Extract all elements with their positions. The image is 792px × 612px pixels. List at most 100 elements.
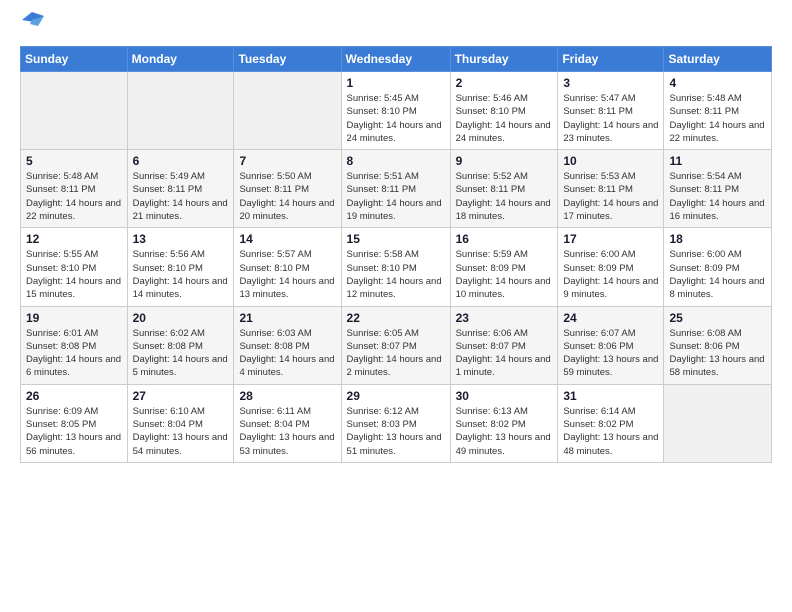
day-info: Sunrise: 5:51 AM Sunset: 8:11 PM Dayligh… <box>347 170 445 223</box>
day-info: Sunrise: 5:49 AM Sunset: 8:11 PM Dayligh… <box>133 170 229 223</box>
calendar-cell: 14 Sunrise: 5:57 AM Sunset: 8:10 PM Dayli… <box>234 228 341 306</box>
calendar-week-row: 12Sunrise: 5:55 AM Sunset: 8:10 PM Dayli… <box>21 228 772 306</box>
day-info: Sunrise: 6:09 AM Sunset: 8:05 PM Dayligh… <box>26 405 122 458</box>
calendar-week-row: 1 Sunrise: 5:45 AM Sunset: 8:10 PM Daylig… <box>21 72 772 150</box>
weekday-header-friday: Friday <box>558 47 664 72</box>
calendar-week-row: 19 Sunrise: 6:01 AM Sunset: 8:08 PM Dayli… <box>21 306 772 384</box>
calendar-cell: 2 Sunrise: 5:46 AM Sunset: 8:10 PM Daylig… <box>450 72 558 150</box>
day-number: 19 <box>26 311 122 325</box>
day-info: Sunrise: 6:12 AM Sunset: 8:03 PM Dayligh… <box>347 405 445 458</box>
calendar-cell: 12Sunrise: 5:55 AM Sunset: 8:10 PM Dayli… <box>21 228 128 306</box>
day-number: 1 <box>347 76 445 90</box>
day-number: 23 <box>456 311 553 325</box>
calendar-cell: 25 Sunrise: 6:08 AM Sunset: 8:06 PM Dayli… <box>664 306 772 384</box>
day-info: Sunrise: 6:00 AM Sunset: 8:09 PM Dayligh… <box>563 248 658 301</box>
day-number: 13 <box>133 232 229 246</box>
weekday-row: SundayMondayTuesdayWednesdayThursdayFrid… <box>21 47 772 72</box>
day-number: 31 <box>563 389 658 403</box>
weekday-header-saturday: Saturday <box>664 47 772 72</box>
day-info: Sunrise: 5:56 AM Sunset: 8:10 PM Dayligh… <box>133 248 229 301</box>
day-number: 2 <box>456 76 553 90</box>
day-number: 15 <box>347 232 445 246</box>
day-number: 10 <box>563 154 658 168</box>
day-info: Sunrise: 6:14 AM Sunset: 8:02 PM Dayligh… <box>563 405 658 458</box>
calendar-cell: 20Sunrise: 6:02 AM Sunset: 8:08 PM Dayli… <box>127 306 234 384</box>
day-info: Sunrise: 6:02 AM Sunset: 8:08 PM Dayligh… <box>133 327 229 380</box>
day-info: Sunrise: 6:01 AM Sunset: 8:08 PM Dayligh… <box>26 327 122 380</box>
weekday-header-tuesday: Tuesday <box>234 47 341 72</box>
calendar: SundayMondayTuesdayWednesdayThursdayFrid… <box>20 46 772 463</box>
calendar-cell: 7 Sunrise: 5:50 AM Sunset: 8:11 PM Daylig… <box>234 150 341 228</box>
calendar-cell: 8 Sunrise: 5:51 AM Sunset: 8:11 PM Daylig… <box>341 150 450 228</box>
day-info: Sunrise: 6:11 AM Sunset: 8:04 PM Dayligh… <box>239 405 335 458</box>
day-info: Sunrise: 6:03 AM Sunset: 8:08 PM Dayligh… <box>239 327 335 380</box>
day-number: 27 <box>133 389 229 403</box>
day-number: 8 <box>347 154 445 168</box>
page: SundayMondayTuesdayWednesdayThursdayFrid… <box>0 0 792 612</box>
day-number: 7 <box>239 154 335 168</box>
day-info: Sunrise: 5:54 AM Sunset: 8:11 PM Dayligh… <box>669 170 766 223</box>
day-info: Sunrise: 5:59 AM Sunset: 8:09 PM Dayligh… <box>456 248 553 301</box>
day-info: Sunrise: 5:45 AM Sunset: 8:10 PM Dayligh… <box>347 92 445 145</box>
calendar-cell <box>234 72 341 150</box>
day-info: Sunrise: 6:05 AM Sunset: 8:07 PM Dayligh… <box>347 327 445 380</box>
day-info: Sunrise: 6:08 AM Sunset: 8:06 PM Dayligh… <box>669 327 766 380</box>
day-info: Sunrise: 6:07 AM Sunset: 8:06 PM Dayligh… <box>563 327 658 380</box>
day-number: 14 <box>239 232 335 246</box>
day-number: 5 <box>26 154 122 168</box>
weekday-header-wednesday: Wednesday <box>341 47 450 72</box>
calendar-body: 1 Sunrise: 5:45 AM Sunset: 8:10 PM Daylig… <box>21 72 772 463</box>
day-info: Sunrise: 5:50 AM Sunset: 8:11 PM Dayligh… <box>239 170 335 223</box>
calendar-week-row: 26 Sunrise: 6:09 AM Sunset: 8:05 PM Dayli… <box>21 384 772 462</box>
day-info: Sunrise: 5:48 AM Sunset: 8:11 PM Dayligh… <box>26 170 122 223</box>
day-info: Sunrise: 6:00 AM Sunset: 8:09 PM Dayligh… <box>669 248 766 301</box>
calendar-cell: 10Sunrise: 5:53 AM Sunset: 8:11 PM Dayli… <box>558 150 664 228</box>
calendar-cell <box>21 72 128 150</box>
calendar-cell: 24 Sunrise: 6:07 AM Sunset: 8:06 PM Dayli… <box>558 306 664 384</box>
calendar-cell: 3Sunrise: 5:47 AM Sunset: 8:11 PM Daylig… <box>558 72 664 150</box>
day-number: 18 <box>669 232 766 246</box>
calendar-cell: 18 Sunrise: 6:00 AM Sunset: 8:09 PM Dayli… <box>664 228 772 306</box>
day-number: 25 <box>669 311 766 325</box>
day-number: 11 <box>669 154 766 168</box>
day-number: 29 <box>347 389 445 403</box>
calendar-cell: 5 Sunrise: 5:48 AM Sunset: 8:11 PM Daylig… <box>21 150 128 228</box>
logo-bird-icon <box>22 12 44 28</box>
day-number: 28 <box>239 389 335 403</box>
day-number: 17 <box>563 232 658 246</box>
day-number: 26 <box>26 389 122 403</box>
day-number: 30 <box>456 389 553 403</box>
calendar-cell: 19 Sunrise: 6:01 AM Sunset: 8:08 PM Dayli… <box>21 306 128 384</box>
day-info: Sunrise: 5:58 AM Sunset: 8:10 PM Dayligh… <box>347 248 445 301</box>
day-number: 24 <box>563 311 658 325</box>
calendar-cell: 31 Sunrise: 6:14 AM Sunset: 8:02 PM Dayli… <box>558 384 664 462</box>
day-number: 22 <box>347 311 445 325</box>
day-info: Sunrise: 5:55 AM Sunset: 8:10 PM Dayligh… <box>26 248 122 301</box>
calendar-cell: 9 Sunrise: 5:52 AM Sunset: 8:11 PM Daylig… <box>450 150 558 228</box>
day-number: 16 <box>456 232 553 246</box>
day-info: Sunrise: 6:10 AM Sunset: 8:04 PM Dayligh… <box>133 405 229 458</box>
weekday-header-monday: Monday <box>127 47 234 72</box>
weekday-header-sunday: Sunday <box>21 47 128 72</box>
calendar-cell <box>664 384 772 462</box>
calendar-week-row: 5 Sunrise: 5:48 AM Sunset: 8:11 PM Daylig… <box>21 150 772 228</box>
calendar-cell <box>127 72 234 150</box>
day-info: Sunrise: 6:06 AM Sunset: 8:07 PM Dayligh… <box>456 327 553 380</box>
day-number: 21 <box>239 311 335 325</box>
calendar-cell: 23 Sunrise: 6:06 AM Sunset: 8:07 PM Dayli… <box>450 306 558 384</box>
calendar-cell: 29 Sunrise: 6:12 AM Sunset: 8:03 PM Dayli… <box>341 384 450 462</box>
calendar-cell: 13 Sunrise: 5:56 AM Sunset: 8:10 PM Dayli… <box>127 228 234 306</box>
day-info: Sunrise: 5:52 AM Sunset: 8:11 PM Dayligh… <box>456 170 553 223</box>
calendar-cell: 26 Sunrise: 6:09 AM Sunset: 8:05 PM Dayli… <box>21 384 128 462</box>
calendar-cell: 16 Sunrise: 5:59 AM Sunset: 8:09 PM Dayli… <box>450 228 558 306</box>
calendar-cell: 21 Sunrise: 6:03 AM Sunset: 8:08 PM Dayli… <box>234 306 341 384</box>
logo <box>20 16 44 36</box>
day-info: Sunrise: 5:47 AM Sunset: 8:11 PM Dayligh… <box>563 92 658 145</box>
day-info: Sunrise: 6:13 AM Sunset: 8:02 PM Dayligh… <box>456 405 553 458</box>
day-info: Sunrise: 5:48 AM Sunset: 8:11 PM Dayligh… <box>669 92 766 145</box>
day-number: 9 <box>456 154 553 168</box>
calendar-cell: 1 Sunrise: 5:45 AM Sunset: 8:10 PM Daylig… <box>341 72 450 150</box>
day-info: Sunrise: 5:46 AM Sunset: 8:10 PM Dayligh… <box>456 92 553 145</box>
calendar-cell: 27 Sunrise: 6:10 AM Sunset: 8:04 PM Dayli… <box>127 384 234 462</box>
day-info: Sunrise: 5:57 AM Sunset: 8:10 PM Dayligh… <box>239 248 335 301</box>
